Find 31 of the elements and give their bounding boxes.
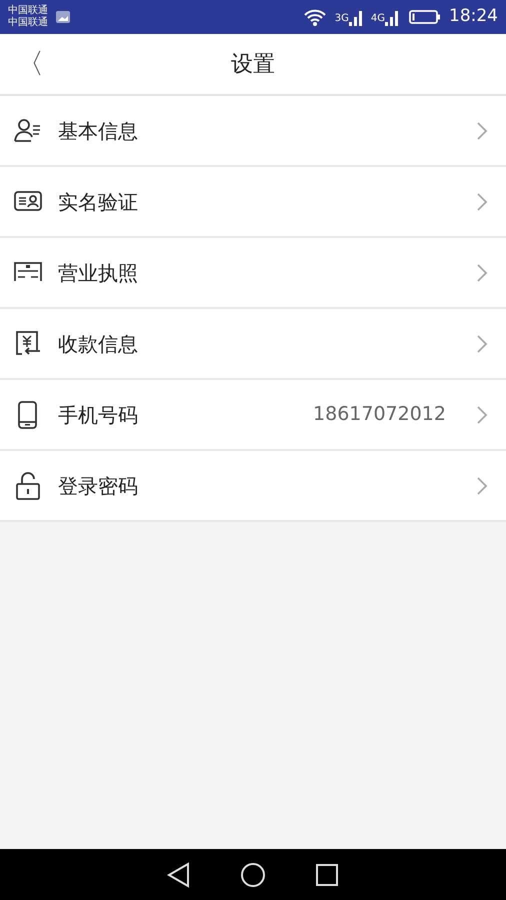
chevron-right-icon	[476, 192, 488, 212]
settings-row[interactable]: 收款信息	[0, 309, 506, 380]
network-type: 4G	[370, 12, 385, 26]
settings-row[interactable]: 实名验证	[0, 167, 506, 238]
image-notification-icon	[56, 11, 70, 23]
signal-icon	[348, 8, 363, 26]
chevron-right-icon	[476, 262, 488, 282]
chevron-right-icon	[476, 404, 488, 424]
settings-row[interactable]: 基本信息	[0, 96, 506, 167]
signal-icon	[385, 8, 399, 26]
unlocked-padlock-icon	[14, 472, 42, 500]
settings-row[interactable]: 手机号码 18617072012	[0, 380, 506, 451]
chevron-right-icon	[476, 476, 488, 496]
back-triangle-icon[interactable]	[166, 862, 192, 888]
carrier-name: 中国联通	[8, 17, 48, 29]
chevron-right-icon	[476, 120, 488, 140]
back-button[interactable]: 〈	[10, 44, 50, 84]
wifi-icon	[302, 8, 327, 26]
phone-number: 18617072012	[313, 402, 446, 428]
chevron-right-icon	[476, 334, 488, 354]
home-circle-icon[interactable]	[240, 862, 266, 888]
network-type: 3G	[334, 12, 349, 26]
settings-row[interactable]: 营业执照	[0, 238, 506, 309]
person-list-icon	[14, 116, 42, 144]
battery-icon	[409, 9, 441, 25]
carrier-name: 中国联通	[8, 5, 48, 16]
clock-time: 18:24	[449, 5, 498, 28]
page-title: 设置	[231, 50, 275, 78]
settings-row[interactable]: 登录密码	[0, 451, 506, 522]
yuan-receipt-icon	[14, 330, 42, 358]
recents-square-icon[interactable]	[314, 862, 340, 888]
